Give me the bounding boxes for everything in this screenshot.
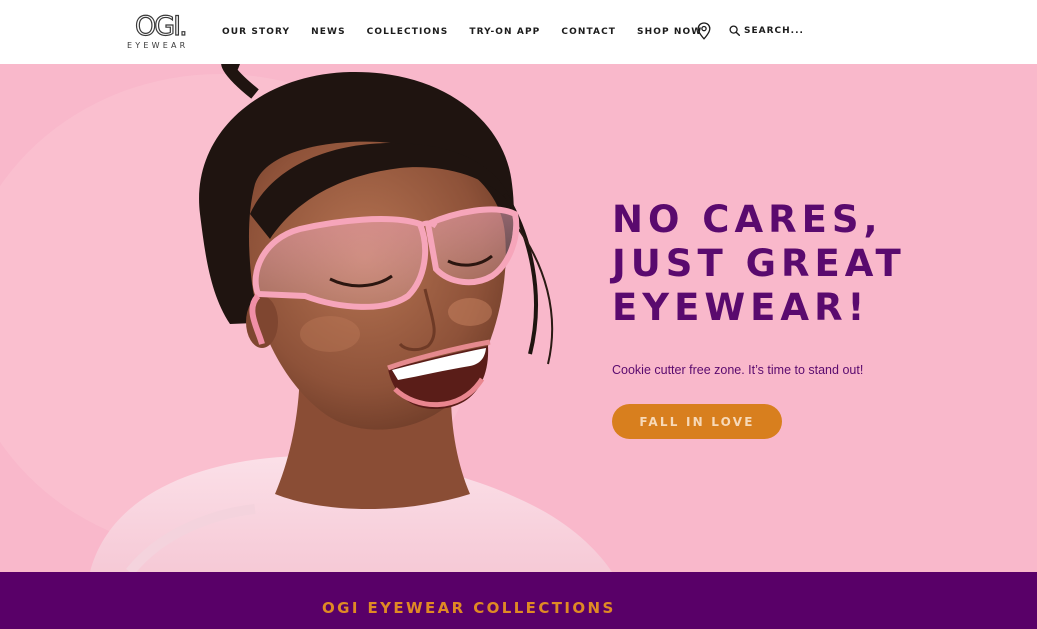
search-box[interactable]	[729, 25, 824, 36]
logo-wordmark: EYEWEAR	[127, 41, 189, 50]
hero-banner: NO CARES, JUST GREAT EYEWEAR! Cookie cut…	[0, 64, 1037, 572]
collections-section: OGI EYEWEAR COLLECTIONS	[0, 572, 1037, 629]
headline-line: EYEWEAR!	[612, 286, 870, 329]
headline-line: JUST GREAT	[612, 242, 906, 285]
hero-model-photo	[0, 64, 612, 572]
logo-mark: OGI.	[134, 11, 188, 42]
collections-heading: OGI EYEWEAR COLLECTIONS	[322, 599, 616, 617]
nav-contact[interactable]: CONTACT	[561, 27, 616, 37]
site-header: OGI. EYEWEAR OUR STORY NEWS COLLECTIONS …	[0, 0, 1037, 64]
fall-in-love-button[interactable]: FALL IN LOVE	[612, 404, 782, 439]
map-pin-icon[interactable]	[697, 22, 711, 40]
hero-headline: NO CARES, JUST GREAT EYEWEAR!	[612, 198, 1032, 330]
nav-collections[interactable]: COLLECTIONS	[367, 27, 449, 37]
headline-line: NO CARES,	[612, 198, 883, 241]
nav-our-story[interactable]: OUR STORY	[222, 27, 290, 37]
nav-shop-now[interactable]: SHOP NOW	[637, 27, 702, 37]
search-icon[interactable]	[729, 25, 740, 36]
ogi-eyewear-logo[interactable]: OGI. EYEWEAR	[127, 11, 201, 53]
nav-try-on-app[interactable]: TRY-ON APP	[469, 27, 540, 37]
hero-subheading: Cookie cutter free zone. It’s time to st…	[612, 362, 864, 377]
search-input[interactable]	[744, 25, 824, 36]
main-nav: OUR STORY NEWS COLLECTIONS TRY-ON APP CO…	[222, 0, 723, 64]
nav-news[interactable]: NEWS	[311, 27, 346, 37]
